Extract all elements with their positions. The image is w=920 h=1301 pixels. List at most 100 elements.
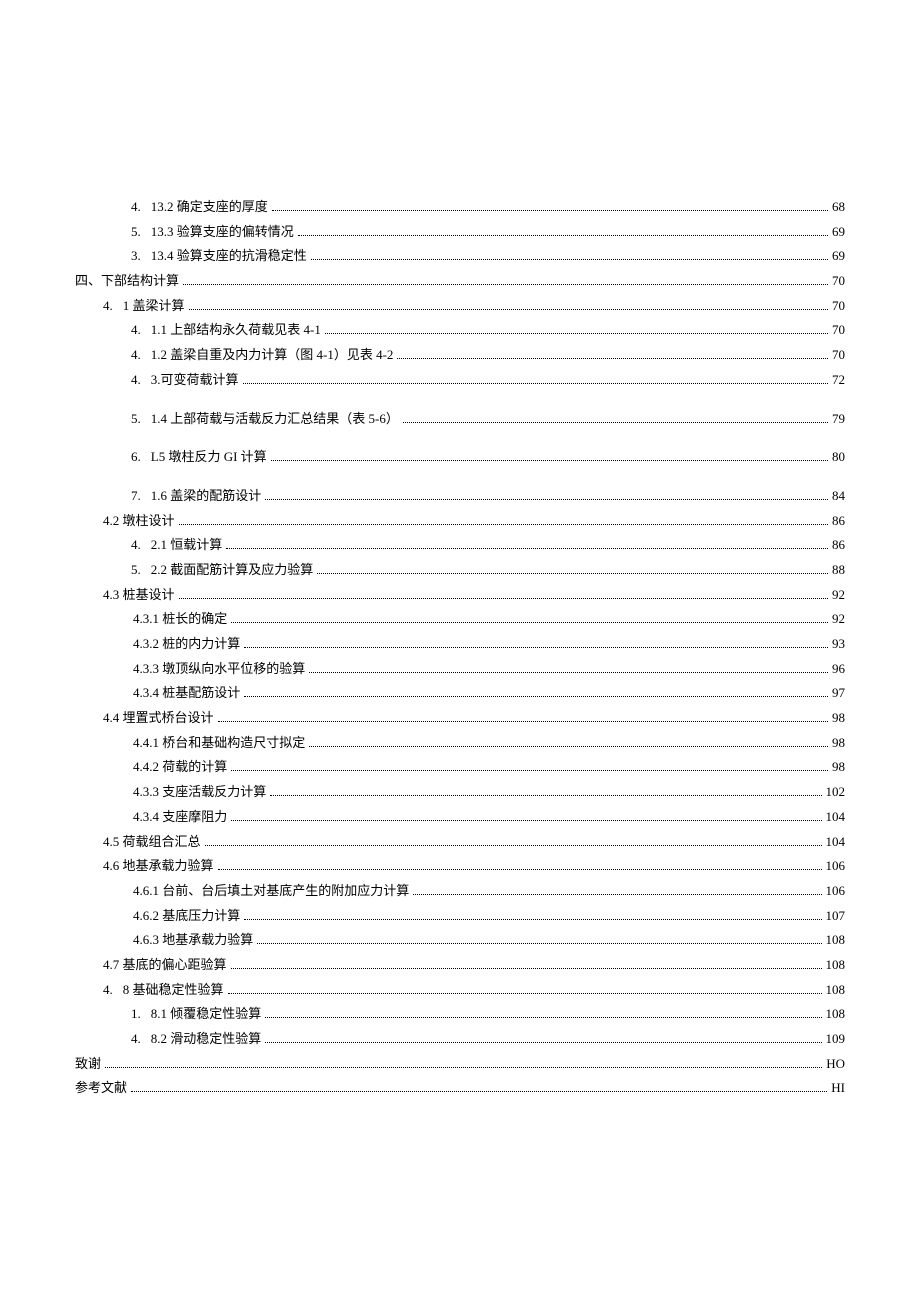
toc-entry-label: 致谢	[75, 1052, 101, 1077]
toc-leader-dots	[218, 861, 822, 870]
toc-entry-left: 4.3.2 桩的内力计算	[133, 632, 240, 657]
toc-entry: 4.6.2 基底压力计算107	[75, 904, 845, 929]
toc-leader-dots	[105, 1059, 822, 1068]
toc-entry: 4.3.3 支座活载反力计算 102	[75, 780, 845, 805]
toc-entry: 4.6.3 地基承载力验算108	[75, 928, 845, 953]
toc-entry-page: 98	[832, 755, 845, 780]
toc-entry-page: 70	[832, 294, 845, 319]
toc-entry: 4.7 基底的偏心距验算108	[75, 953, 845, 978]
toc-entry-page: 104	[826, 805, 846, 830]
toc-entry-label: 1.6 盖梁的配筋设计	[151, 484, 262, 509]
toc-entry-label: 4.6.2 基底压力计算	[133, 904, 240, 929]
toc-entry-left: 4.7 基底的偏心距验算	[103, 953, 227, 978]
toc-entry-page: 106	[826, 854, 846, 879]
toc-entry: 4.3.可变荷载计算72	[75, 368, 845, 393]
toc-entry-label: 8.2 滑动稳定性验算	[151, 1027, 262, 1052]
toc-entry-page: 98	[832, 706, 845, 731]
toc-entry-page: 86	[832, 533, 845, 558]
toc-entry-label: 4.3.4 支座摩阻力	[133, 805, 227, 830]
toc-entry-label: 4.3.3 支座活载反力计算	[133, 780, 266, 805]
toc-entry-left: 4.4 埋置式桥台设计	[103, 706, 214, 731]
toc-entry-left: 4.8.2 滑动稳定性验算	[131, 1027, 261, 1052]
toc-entry-number: 5.	[131, 407, 151, 432]
toc-leader-dots	[257, 935, 821, 944]
toc-entry-page: 109	[826, 1027, 846, 1052]
toc-entry-page: 69	[832, 244, 845, 269]
toc-entry-label: 1.2 盖梁自重及内力计算（图 4-1）见表 4-2	[151, 343, 394, 368]
toc-leader-dots	[218, 713, 828, 722]
toc-entry-label: 4.3.1 桩长的确定	[133, 607, 227, 632]
toc-entry-number: 4.	[131, 368, 151, 393]
toc-entry: 5.1.4 上部荷载与活载反力汇总结果（表 5-6）79	[75, 407, 845, 432]
toc-entry: 4.8.2 滑动稳定性验算 109	[75, 1027, 845, 1052]
toc-entry-label: 1.4 上部荷载与活载反力汇总结果（表 5-6）	[151, 407, 399, 432]
toc-entry-left: 3.13.4 验算支座的抗滑稳定性	[131, 244, 307, 269]
toc-entry: 4.4.1 桥台和基础构造尺寸拟定98	[75, 731, 845, 756]
toc-leader-dots	[397, 350, 828, 359]
toc-entry-left: 4.5 荷载组合汇总	[103, 830, 201, 855]
toc-entry-left: 6.L5 墩柱反力 GI 计算	[131, 445, 267, 470]
toc-entry-label: 3.可变荷载计算	[151, 368, 239, 393]
toc-entry-label: 8 基础稳定性验算	[123, 978, 224, 1003]
toc-entry: 4.2.1 恒载计算 86	[75, 533, 845, 558]
toc-entry: 参考文献HI	[75, 1076, 845, 1101]
toc-entry: 4.6 地基承载力验算 106	[75, 854, 845, 879]
toc-entry-label: 4.7 基底的偏心距验算	[103, 953, 227, 978]
toc-entry-left: 4.3.4 桩基配筋设计	[133, 681, 240, 706]
toc-entry-number: 6.	[131, 445, 151, 470]
toc-entry-left: 4.6 地基承载力验算	[103, 854, 214, 879]
toc-entry-page: 68	[832, 195, 845, 220]
toc-entry: 4.6.1 台前、台后填土对基底产生的附加应力计算106	[75, 879, 845, 904]
toc-leader-dots	[298, 227, 828, 236]
toc-entry-left: 5.13.3 验算支座的偏转情况	[131, 220, 294, 245]
toc-entry-page: 70	[832, 269, 845, 294]
toc-entry-number: 7.	[131, 484, 151, 509]
toc-entry-left: 4.4.1 桥台和基础构造尺寸拟定	[133, 731, 305, 756]
toc-leader-dots	[325, 325, 828, 334]
toc-entry-left: 4.3 桩基设计	[103, 583, 175, 608]
toc-entry-left: 4.2 墩柱设计	[103, 509, 175, 534]
toc-entry-label: 参考文献	[75, 1076, 127, 1101]
toc-leader-dots	[311, 251, 828, 260]
toc-leader-dots	[131, 1083, 827, 1092]
toc-entry-label: 4.3.4 桩基配筋设计	[133, 681, 240, 706]
toc-entry-number: 5.	[131, 558, 151, 583]
toc-entry-left: 4.3.1 桩长的确定	[133, 607, 227, 632]
toc-entry-number: 4.	[131, 533, 151, 558]
toc-entry-page: 104	[826, 830, 846, 855]
toc-entry-label: 4.4 埋置式桥台设计	[103, 706, 214, 731]
toc-entry-label: 8.1 倾覆稳定性验算	[151, 1002, 262, 1027]
toc-entry-label: 2.2 截面配筋计算及应力验算	[151, 558, 314, 583]
toc-entry-page: 86	[832, 509, 845, 534]
toc-entry-number: 4.	[103, 294, 123, 319]
toc-entry-left: 7.1.6 盖梁的配筋设计	[131, 484, 261, 509]
toc-entry-label: 4.3.3 墩顶纵向水平位移的验算	[133, 657, 305, 682]
toc-leader-dots	[309, 738, 828, 747]
toc-entry-page: 70	[832, 318, 845, 343]
toc-entry-page: 92	[832, 607, 845, 632]
toc-leader-dots	[179, 515, 828, 524]
toc-entry-page: 102	[826, 780, 846, 805]
toc-entry: 4.3.4 桩基配筋设计97	[75, 681, 845, 706]
toc-entry-label: 13.2 确定支座的厚度	[151, 195, 268, 220]
toc-entry-page: 108	[826, 1002, 846, 1027]
toc-entry-label: 4.3.2 桩的内力计算	[133, 632, 240, 657]
toc-entry-label: 1 盖梁计算	[123, 294, 185, 319]
toc-entry-page: 70	[832, 343, 845, 368]
toc-entry: 4.1.1 上部结构永久荷载见表 4-1 70	[75, 318, 845, 343]
toc-leader-dots	[179, 590, 828, 599]
toc-entry-left: 致谢	[75, 1052, 101, 1077]
toc-entry-left: 4.1.1 上部结构永久荷载见表 4-1	[131, 318, 321, 343]
toc-leader-dots	[244, 910, 821, 919]
toc-entry-left: 4.6.1 台前、台后填土对基底产生的附加应力计算	[133, 879, 409, 904]
toc-entry-left: 4.2.1 恒载计算	[131, 533, 222, 558]
toc-entry-page: 93	[832, 632, 845, 657]
toc-entry-label: 4.4.1 桥台和基础构造尺寸拟定	[133, 731, 305, 756]
toc-leader-dots	[243, 375, 828, 384]
toc-entry: 4.3.3 墩顶纵向水平位移的验算96	[75, 657, 845, 682]
toc-leader-dots	[265, 1009, 821, 1018]
toc-entry: 致谢HO	[75, 1052, 845, 1077]
toc-entry: 4.3.1 桩长的确定 92	[75, 607, 845, 632]
toc-entry-left: 4.3.可变荷载计算	[131, 368, 239, 393]
toc-entry-number: 4.	[103, 978, 123, 1003]
